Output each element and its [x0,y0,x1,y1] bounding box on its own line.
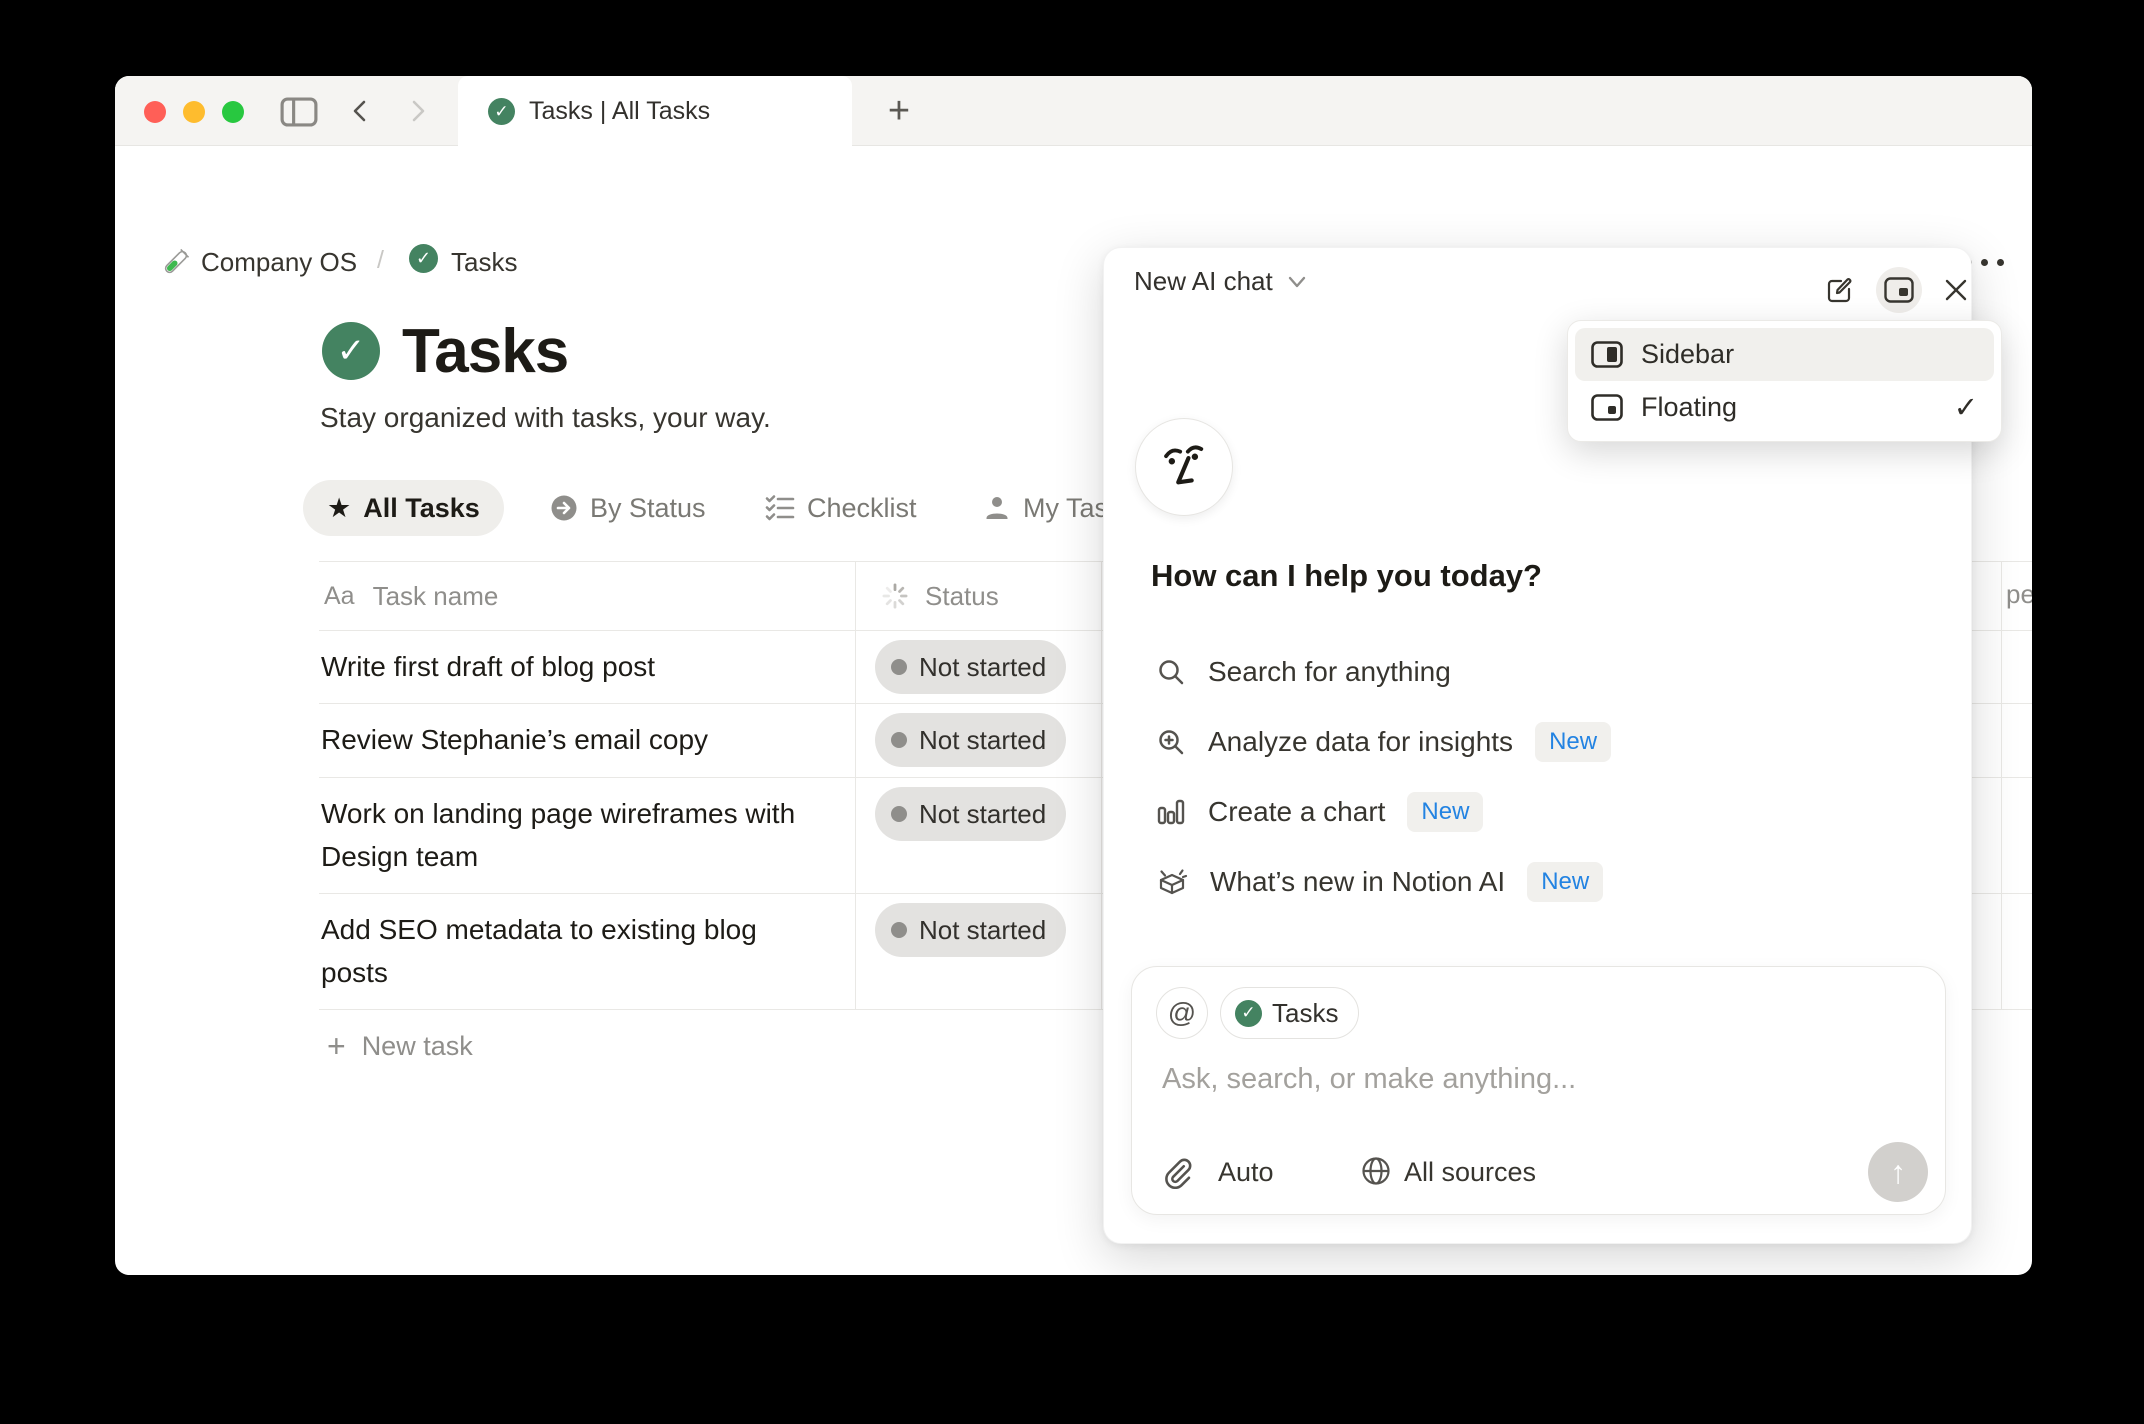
column-header-label: Task name [372,580,499,611]
page-icon-check[interactable]: ✓ [322,322,380,380]
view-tab-label: Checklist [807,492,917,523]
status-badge[interactable]: Not started [875,640,1067,694]
chip-check-icon: ✓ [1235,999,1262,1027]
globe-icon[interactable] [1360,1155,1392,1187]
status-dot-icon [891,806,907,822]
tab-bar: ✓ Tasks | All Tasks + [115,76,2032,147]
column-header-task-name[interactable]: Aa Task name [324,562,498,630]
search-icon [1156,657,1186,687]
panel-view-mode-icon[interactable] [1876,267,1922,313]
new-badge: New [1527,862,1604,902]
attachment-paperclip-icon[interactable] [1162,1157,1192,1189]
breadcrumb-page-check-icon: ✓ [409,244,438,273]
sidebar-layout-icon [1591,341,1623,368]
notion-window: ✓ Tasks | All Tasks + Company OS / ✓ Tas… [115,76,2032,1275]
status-spinner-icon [881,582,909,610]
person-icon [983,494,1011,522]
menu-item-sidebar[interactable]: Sidebar [1575,328,1994,381]
minimize-window-button[interactable] [183,101,205,123]
workspace-testtube-icon [160,246,192,278]
breadcrumb-workspace[interactable]: Company OS [201,247,357,278]
notion-ai-face-logo [1135,418,1233,516]
panel-view-menu: Sidebar Floating ✓ [1567,320,2002,442]
chevron-down-icon [1288,276,1305,287]
column-divider[interactable] [855,561,856,1009]
back-icon[interactable] [347,97,373,125]
bar-chart-icon [1156,797,1186,827]
mode-selector[interactable]: Auto [1218,1157,1274,1188]
topbar: Company OS / ✓ Tasks Share ☆ [115,146,2032,279]
zoom-window-button[interactable] [222,101,244,123]
status-badge[interactable]: Not started [875,903,1067,957]
table-row-task-name[interactable]: Write first draft of blog post [321,645,821,688]
status-dot-icon [891,732,907,748]
text-type-icon: Aa [324,581,355,610]
menu-item-floating[interactable]: Floating ✓ [1575,381,1994,434]
breadcrumb-page[interactable]: Tasks [451,247,517,278]
send-button[interactable]: ↑ [1868,1142,1928,1202]
table-row-task-name[interactable]: Review Stephanie’s email copy [321,718,821,761]
sidebar-toggle-icon[interactable] [280,97,318,127]
view-tab-label: By Status [590,492,706,523]
context-chip-tasks[interactable]: ✓ Tasks [1220,987,1360,1039]
floating-layout-icon [1591,394,1623,421]
open-box-icon [1156,866,1188,898]
column-divider[interactable] [1101,561,1102,1009]
suggestion-whats-new[interactable]: What’s new in Notion AI New [1156,858,1604,906]
tab-tasks-all-tasks[interactable]: ✓ Tasks | All Tasks [458,76,852,147]
plus-icon: + [327,1028,346,1064]
sources-selector[interactable]: All sources [1404,1157,1536,1188]
suggestion-create-chart[interactable]: Create a chart New [1156,788,1484,836]
new-tab-button[interactable]: + [877,88,921,134]
column-divider[interactable] [2001,561,2002,1009]
view-tab-by-status[interactable]: By Status [550,480,706,536]
status-badge[interactable]: Not started [875,713,1067,767]
arrow-circle-icon [550,494,578,522]
page-subtitle: Stay organized with tasks, your way. [320,402,771,433]
new-task-button[interactable]: + New task [327,1028,473,1065]
new-badge: New [1407,792,1484,832]
view-tab-all-tasks[interactable]: ★ All Tasks [303,480,504,536]
tab-favicon-check-icon: ✓ [488,98,515,125]
ai-greeting: How can I help you today? [1151,558,1542,593]
page-title: Tasks [402,317,569,386]
status-dot-icon [891,659,907,675]
composer-placeholder[interactable]: Ask, search, or make anything... [1162,1063,1576,1096]
column-header-label: Status [925,580,999,611]
new-badge: New [1535,722,1612,762]
tab-title: Tasks | All Tasks [529,97,711,125]
star-icon: ★ [327,492,352,523]
close-icon[interactable] [1933,267,1979,313]
ai-composer[interactable]: @ ✓ Tasks Ask, search, or make anything.… [1131,966,1946,1215]
view-tab-label: All Tasks [363,492,480,523]
checklist-icon [765,494,795,522]
mention-button[interactable]: @ [1156,987,1208,1039]
table-row-task-name[interactable]: Add SEO metadata to existing blog posts [321,908,821,994]
checkmark-icon: ✓ [1953,392,1978,424]
forward-icon[interactable] [405,97,431,125]
status-dot-icon [891,922,907,938]
zoom-insights-icon [1156,727,1186,757]
column-header-status[interactable]: Status [881,562,999,630]
suggestion-analyze-data[interactable]: Analyze data for insights New [1156,718,1612,766]
new-chat-compose-icon[interactable] [1816,267,1862,313]
column-header-truncated: pe [2006,579,2032,609]
suggestion-search[interactable]: Search for anything [1156,648,1451,696]
close-window-button[interactable] [144,101,166,123]
breadcrumb-separator: / [377,246,384,274]
view-tab-checklist[interactable]: Checklist [765,480,917,536]
ai-chat-title-dropdown[interactable]: New AI chat [1134,266,1307,297]
status-badge[interactable]: Not started [875,787,1067,841]
table-row-task-name[interactable]: Work on landing page wireframes with Des… [321,792,821,878]
